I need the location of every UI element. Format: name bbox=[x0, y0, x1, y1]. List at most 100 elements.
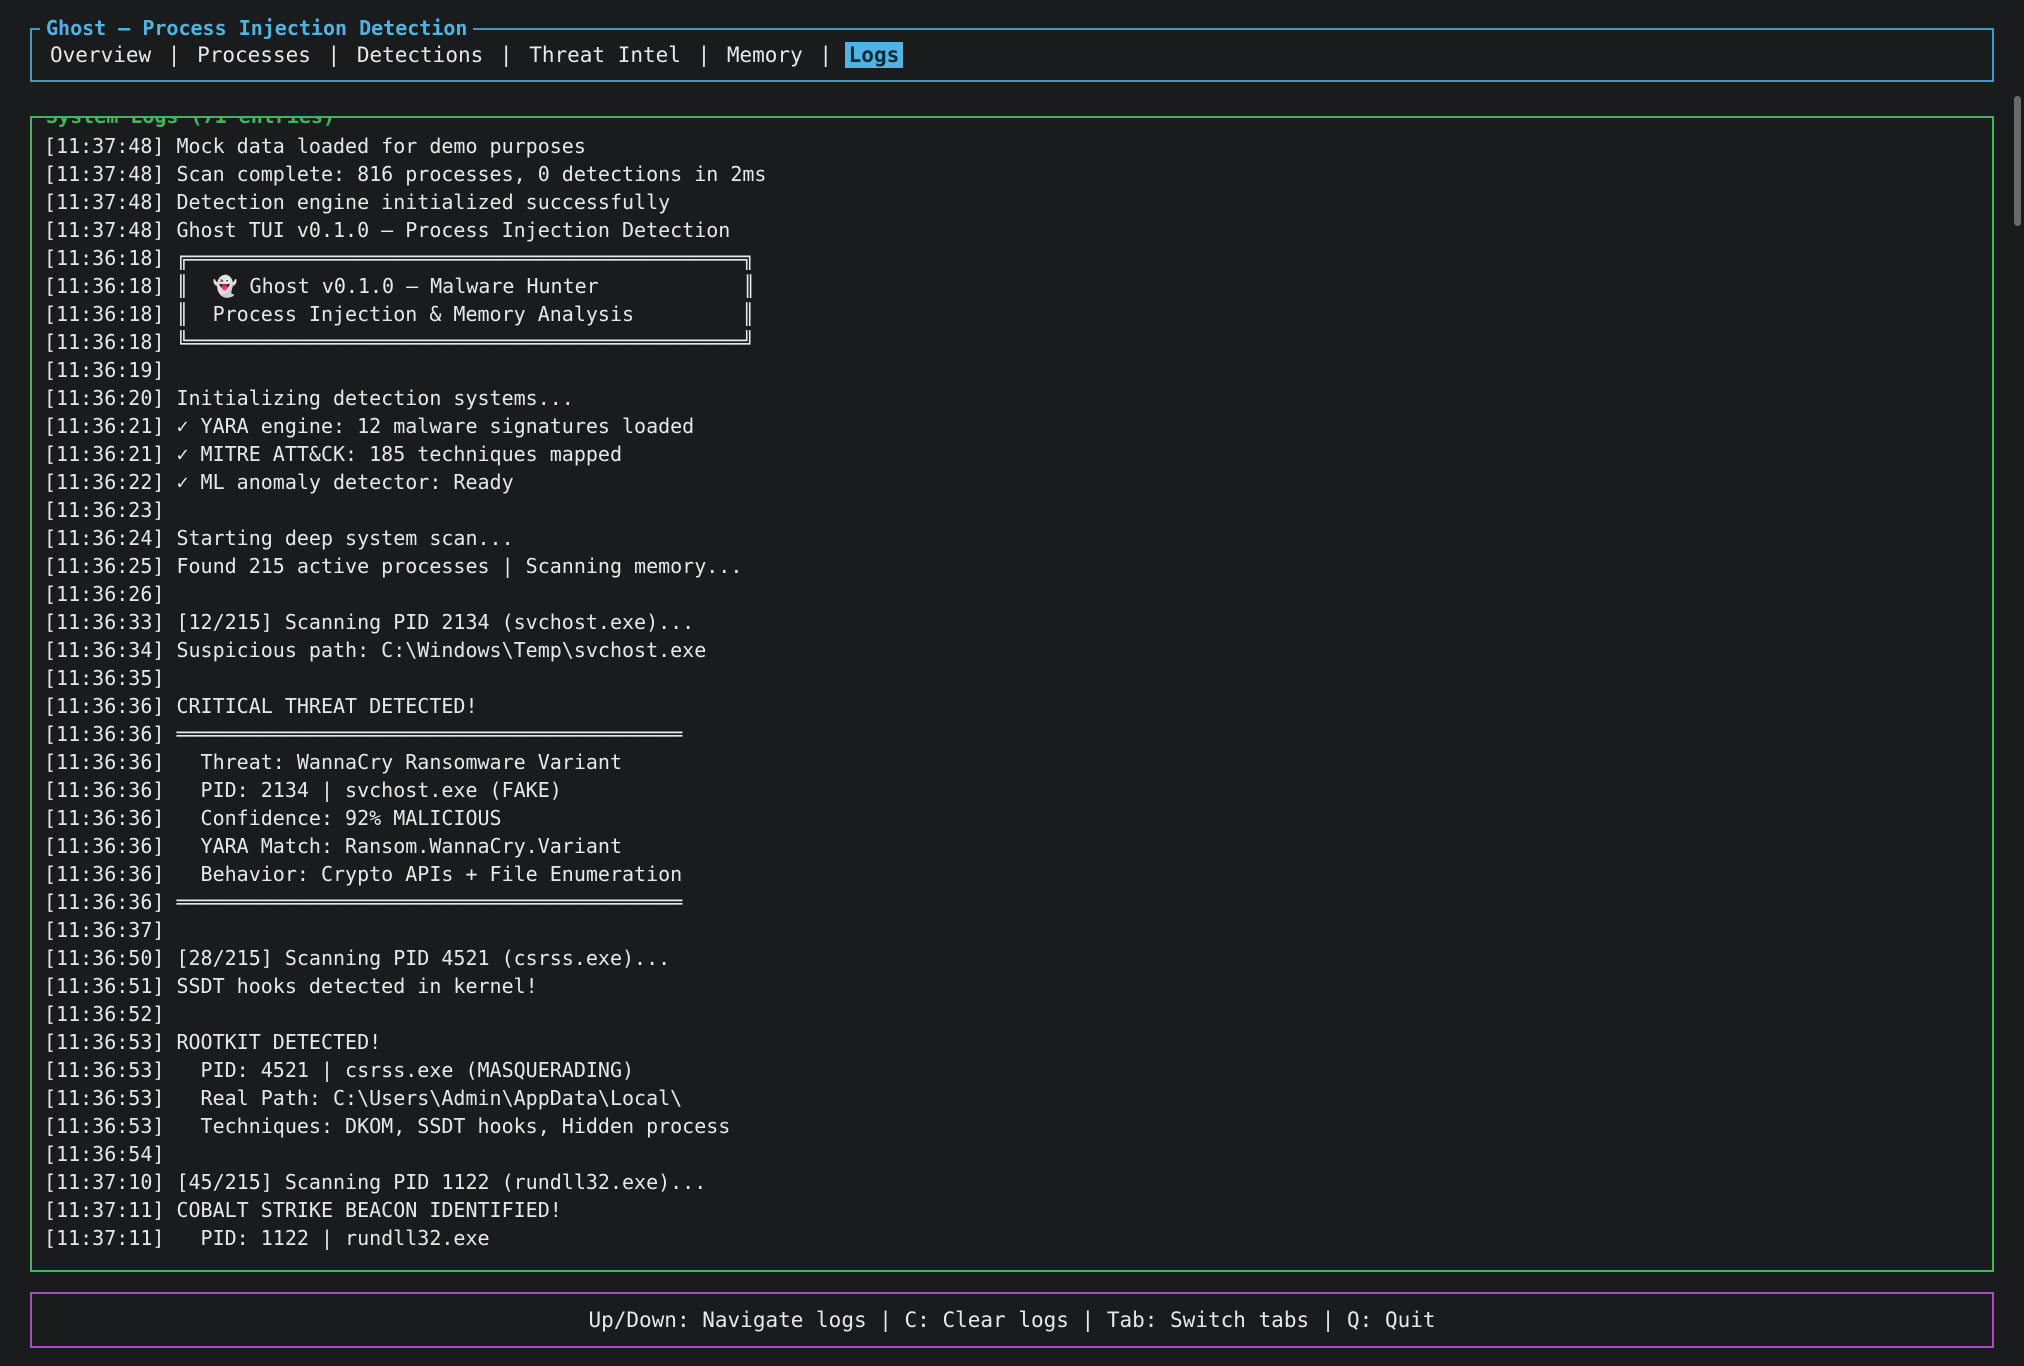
log-timestamp: [11:36:18] bbox=[44, 330, 164, 354]
log-line: [11:36:36] Threat: WannaCry Ransomware V… bbox=[44, 748, 1984, 776]
logs-panel-title: System Logs (71 entries) bbox=[40, 116, 341, 129]
log-timestamp: [11:36:53] bbox=[44, 1086, 164, 1110]
log-message: PID: 2134 | svchost.exe (FAKE) bbox=[164, 778, 561, 802]
log-message: ✓ MITRE ATT&CK: 185 techniques mapped bbox=[164, 442, 622, 466]
log-line: [11:37:48] Mock data loaded for demo pur… bbox=[44, 132, 1984, 160]
log-timestamp: [11:36:36] bbox=[44, 834, 164, 858]
tabs-row: Overview | Processes | Detections | Thre… bbox=[46, 40, 1978, 70]
log-line: [11:36:37] bbox=[44, 916, 1984, 944]
log-line: [11:37:48] Scan complete: 816 processes,… bbox=[44, 160, 1984, 188]
log-timestamp: [11:37:48] bbox=[44, 218, 164, 242]
scrollbar-thumb[interactable] bbox=[2014, 96, 2021, 226]
tab-separator: | bbox=[807, 43, 845, 67]
tab-memory[interactable]: Memory bbox=[723, 42, 807, 68]
tab-separator: | bbox=[685, 43, 723, 67]
log-line: [11:37:11] COBALT STRIKE BEACON IDENTIFI… bbox=[44, 1196, 1984, 1224]
log-timestamp: [11:36:50] bbox=[44, 946, 164, 970]
log-timestamp: [11:36:36] bbox=[44, 722, 164, 746]
log-message: Starting deep system scan... bbox=[164, 526, 513, 550]
log-timestamp: [11:36:53] bbox=[44, 1058, 164, 1082]
log-line: [11:36:35] bbox=[44, 664, 1984, 692]
log-message: Found 215 active processes | Scanning me… bbox=[164, 554, 742, 578]
tab-detections[interactable]: Detections bbox=[353, 42, 487, 68]
log-message: Behavior: Crypto APIs + File Enumeration bbox=[164, 862, 682, 886]
window-title: Ghost — Process Injection Detection bbox=[40, 15, 473, 41]
log-line: [11:36:18] ║ 👻 Ghost v0.1.0 — Malware Hu… bbox=[44, 272, 1984, 300]
status-bar: Up/Down: Navigate logs | C: Clear logs |… bbox=[30, 1292, 1994, 1348]
log-line: [11:37:48] Detection engine initialized … bbox=[44, 188, 1984, 216]
log-line: [11:36:36] ═════════════════════════════… bbox=[44, 720, 1984, 748]
log-timestamp: [11:36:36] bbox=[44, 862, 164, 886]
log-timestamp: [11:36:18] bbox=[44, 274, 164, 298]
log-line: [11:36:51] SSDT hooks detected in kernel… bbox=[44, 972, 1984, 1000]
log-line: [11:36:33] [12/215] Scanning PID 2134 (s… bbox=[44, 608, 1984, 636]
log-line: [11:36:54] bbox=[44, 1140, 1984, 1168]
keyboard-hints: Up/Down: Navigate logs | C: Clear logs |… bbox=[588, 1308, 1435, 1332]
log-message: Techniques: DKOM, SSDT hooks, Hidden pro… bbox=[164, 1114, 730, 1138]
log-timestamp: [11:36:22] bbox=[44, 470, 164, 494]
log-line: [11:36:52] bbox=[44, 1000, 1984, 1028]
log-message: Mock data loaded for demo purposes bbox=[164, 134, 585, 158]
log-lines[interactable]: [11:37:48] Mock data loaded for demo pur… bbox=[44, 132, 1984, 1252]
log-message: ✓ ML anomaly detector: Ready bbox=[164, 470, 513, 494]
log-timestamp: [11:36:20] bbox=[44, 386, 164, 410]
log-message: Confidence: 92% MALICIOUS bbox=[164, 806, 501, 830]
log-message: ✓ YARA engine: 12 malware signatures loa… bbox=[164, 414, 694, 438]
log-timestamp: [11:36:21] bbox=[44, 414, 164, 438]
log-line: [11:36:36] Confidence: 92% MALICIOUS bbox=[44, 804, 1984, 832]
log-timestamp: [11:36:25] bbox=[44, 554, 164, 578]
log-line: [11:36:22] ✓ ML anomaly detector: Ready bbox=[44, 468, 1984, 496]
log-line: [11:36:21] ✓ MITRE ATT&CK: 185 technique… bbox=[44, 440, 1984, 468]
log-message: Threat: WannaCry Ransomware Variant bbox=[164, 750, 622, 774]
log-line: [11:36:24] Starting deep system scan... bbox=[44, 524, 1984, 552]
tab-overview[interactable]: Overview bbox=[46, 42, 155, 68]
tab-threat-intel[interactable]: Threat Intel bbox=[525, 42, 685, 68]
log-message: ║ Process Injection & Memory Analysis ║ bbox=[164, 302, 754, 326]
log-timestamp: [11:36:21] bbox=[44, 442, 164, 466]
log-message: [28/215] Scanning PID 4521 (csrss.exe)..… bbox=[164, 946, 670, 970]
log-line: [11:36:20] Initializing detection system… bbox=[44, 384, 1984, 412]
log-timestamp: [11:37:48] bbox=[44, 134, 164, 158]
log-timestamp: [11:36:36] bbox=[44, 750, 164, 774]
log-message: [12/215] Scanning PID 2134 (svchost.exe)… bbox=[164, 610, 694, 634]
log-line: [11:36:18] ╔════════════════════════════… bbox=[44, 244, 1984, 272]
log-message: Suspicious path: C:\Windows\Temp\svchost… bbox=[164, 638, 706, 662]
tab-separator: | bbox=[315, 43, 353, 67]
tab-separator: | bbox=[487, 43, 525, 67]
log-line: [11:36:19] bbox=[44, 356, 1984, 384]
log-message: ╚═══════════════════════════════════════… bbox=[164, 330, 754, 354]
log-line: [11:36:36] Behavior: Crypto APIs + File … bbox=[44, 860, 1984, 888]
log-line: [11:36:36] PID: 2134 | svchost.exe (FAKE… bbox=[44, 776, 1984, 804]
terminal-screen: Ghost — Process Injection Detection Over… bbox=[0, 0, 2024, 1366]
log-line: [11:36:26] bbox=[44, 580, 1984, 608]
tab-processes[interactable]: Processes bbox=[193, 42, 315, 68]
log-timestamp: [11:36:36] bbox=[44, 806, 164, 830]
log-line: [11:36:18] ╚════════════════════════════… bbox=[44, 328, 1984, 356]
log-message: ════════════════════════════════════════… bbox=[164, 890, 682, 914]
log-timestamp: [11:36:26] bbox=[44, 582, 164, 606]
log-timestamp: [11:36:36] bbox=[44, 778, 164, 802]
tab-logs[interactable]: Logs bbox=[845, 42, 904, 68]
log-timestamp: [11:36:35] bbox=[44, 666, 164, 690]
log-message: PID: 4521 | csrss.exe (MASQUERADING) bbox=[164, 1058, 634, 1082]
log-timestamp: [11:36:19] bbox=[44, 358, 164, 382]
log-line: [11:36:53] PID: 4521 | csrss.exe (MASQUE… bbox=[44, 1056, 1984, 1084]
log-line: [11:36:50] [28/215] Scanning PID 4521 (c… bbox=[44, 944, 1984, 972]
log-timestamp: [11:36:18] bbox=[44, 246, 164, 270]
log-timestamp: [11:37:48] bbox=[44, 162, 164, 186]
log-timestamp: [11:36:36] bbox=[44, 890, 164, 914]
log-message: PID: 1122 | rundll32.exe bbox=[164, 1226, 489, 1250]
log-message: SSDT hooks detected in kernel! bbox=[164, 974, 537, 998]
log-line: [11:36:25] Found 215 active processes | … bbox=[44, 552, 1984, 580]
log-timestamp: [11:36:52] bbox=[44, 1002, 164, 1026]
log-line: [11:37:11] PID: 1122 | rundll32.exe bbox=[44, 1224, 1984, 1252]
log-message: YARA Match: Ransom.WannaCry.Variant bbox=[164, 834, 622, 858]
log-message: ════════════════════════════════════════… bbox=[164, 722, 682, 746]
log-timestamp: [11:36:54] bbox=[44, 1142, 164, 1166]
log-message: CRITICAL THREAT DETECTED! bbox=[164, 694, 477, 718]
log-message: Detection engine initialized successfull… bbox=[164, 190, 670, 214]
log-timestamp: [11:36:34] bbox=[44, 638, 164, 662]
tab-bar-panel: Ghost — Process Injection Detection Over… bbox=[30, 28, 1994, 82]
log-timestamp: [11:36:51] bbox=[44, 974, 164, 998]
log-message: Initializing detection systems... bbox=[164, 386, 573, 410]
